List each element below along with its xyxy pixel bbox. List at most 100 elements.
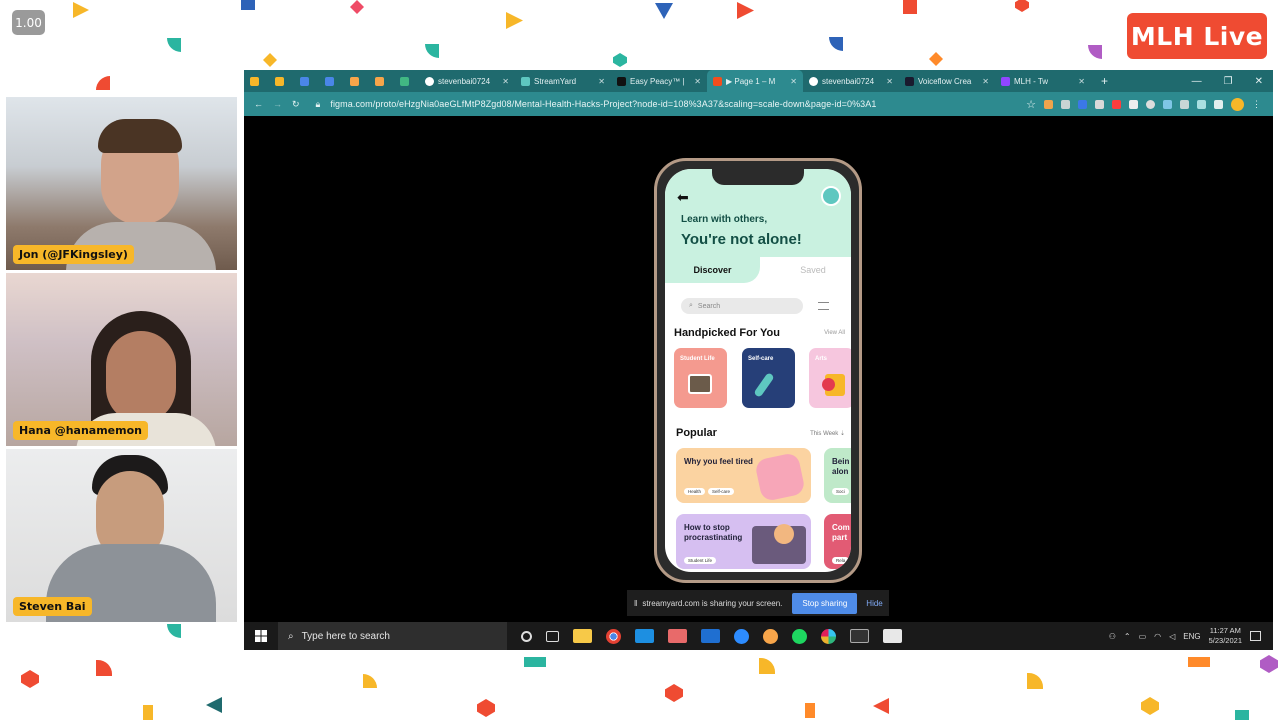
terminal-icon[interactable] [850, 629, 869, 643]
back-arrow-icon[interactable]: ← [254, 99, 263, 109]
close-tab-icon[interactable]: ✕ [982, 77, 989, 86]
media-icon[interactable] [1214, 99, 1223, 109]
app-icon[interactable] [701, 629, 720, 643]
reload-icon[interactable]: ↻ [292, 99, 300, 110]
new-tab-button[interactable]: + [1091, 74, 1118, 88]
clock-time: 11:27 AM [1209, 626, 1241, 635]
minimize-icon[interactable]: — [1192, 76, 1202, 87]
chrome-icon[interactable] [606, 628, 621, 644]
extension-icon[interactable] [1129, 99, 1138, 109]
task-view-icon[interactable] [546, 630, 559, 642]
close-tab-icon[interactable]: ✕ [694, 77, 701, 86]
slack-icon[interactable] [821, 628, 836, 644]
browser-tab[interactable] [394, 70, 419, 92]
puzzle-icon[interactable] [1197, 99, 1206, 109]
tab-saved[interactable]: Saved [783, 257, 843, 283]
cortana-icon[interactable] [521, 630, 532, 642]
browser-tab[interactable]: ▶ Page 1 – M ✕ [707, 70, 803, 92]
category-card-student-life[interactable]: Student Life [674, 348, 727, 408]
browser-tab-label: StreamYard [534, 76, 577, 86]
battery-icon[interactable]: ▭ [1139, 632, 1147, 641]
category-card-self-care[interactable]: Self-care [742, 348, 795, 408]
vscode-icon[interactable] [635, 629, 654, 643]
popular-card-alone[interactable]: Bein alon Soci [824, 448, 851, 503]
confetti [1027, 673, 1043, 689]
close-tab-icon[interactable]: ✕ [1078, 77, 1085, 86]
participant-name: Hana @hanamemon [13, 421, 148, 440]
github-icon [425, 76, 434, 86]
browser-tab[interactable]: StreamYard ✕ [515, 70, 611, 92]
chevron-up-icon[interactable]: ⌃ [1124, 632, 1131, 641]
browser-tab[interactable]: stevenbai0724 ✕ [803, 70, 899, 92]
tab-discover[interactable]: Discover [665, 257, 760, 283]
maximize-icon[interactable]: ❐ [1224, 76, 1233, 87]
address-input[interactable]: figma.com/proto/eHzgNia0aeGLfMtP8Zgd08/M… [330, 99, 876, 109]
extension-icon[interactable] [1146, 99, 1155, 109]
app-icon[interactable] [763, 628, 778, 644]
this-week-dropdown[interactable]: This Week ⇣ [810, 430, 845, 437]
confetti [1141, 697, 1159, 715]
extension-icon[interactable] [1095, 99, 1104, 109]
zoom-icon[interactable] [734, 628, 749, 644]
close-icon[interactable]: ✕ [1255, 76, 1263, 87]
forward-arrow-icon[interactable]: → [273, 99, 282, 109]
extension-icon[interactable] [1078, 99, 1087, 109]
taskbar-search-input[interactable]: ⌕ Type here to search [278, 622, 507, 650]
tag-list: Soci [832, 480, 851, 498]
popular-card-partner[interactable]: Com part Rela [824, 514, 851, 569]
profile-avatar[interactable] [821, 186, 841, 206]
close-tab-icon[interactable]: ✕ [598, 77, 605, 86]
profile-avatar-icon[interactable] [1231, 97, 1244, 111]
extension-icon[interactable] [1180, 99, 1189, 109]
volume-icon[interactable]: ◁ [1169, 632, 1175, 641]
view-all-link[interactable]: View All [824, 330, 845, 336]
app-icon[interactable] [668, 629, 687, 643]
popular-card-procrastinating[interactable]: How to stop procrastinating Student Life [676, 514, 811, 569]
close-tab-icon[interactable]: ✕ [886, 77, 893, 86]
extension-icon[interactable] [1044, 99, 1053, 109]
popular-card-tired[interactable]: Why you feel tired Health Self-care [676, 448, 811, 503]
tag-list: Rela [832, 549, 851, 567]
browser-tab[interactable]: stevenbai0724 ✕ [419, 70, 515, 92]
extension-icon[interactable] [1112, 99, 1121, 109]
menu-dots-icon[interactable]: ⋮ [1252, 99, 1261, 110]
screen-share-bar: ‖ streamyard.com is sharing your screen.… [627, 590, 889, 616]
spotify-icon[interactable] [792, 628, 807, 644]
app-icon [300, 76, 309, 86]
browser-tab[interactable] [244, 70, 269, 92]
browser-tab[interactable] [369, 70, 394, 92]
filter-icon[interactable] [818, 302, 829, 310]
mlh-live-logo: MLH Live [1127, 13, 1267, 59]
hide-button[interactable]: Hide [866, 599, 882, 608]
taskbar-clock[interactable]: 11:27 AM 5/23/2021 [1209, 626, 1242, 646]
app-subtitle: Learn with others, [681, 214, 768, 225]
browser-tab[interactable] [319, 70, 344, 92]
notification-icon[interactable] [1250, 631, 1261, 641]
browser-tab[interactable]: Voiceflow Crea ✕ [899, 70, 995, 92]
stop-sharing-button[interactable]: Stop sharing [792, 592, 858, 614]
file-explorer-icon[interactable] [573, 629, 592, 643]
extension-icon[interactable] [1061, 99, 1070, 109]
java-icon[interactable] [883, 629, 902, 643]
back-arrow-icon[interactable]: ⬅ [677, 189, 689, 206]
close-tab-icon[interactable]: ✕ [790, 77, 797, 86]
phone-mockup: ⬅ Learn with others, You're not alone! D… [654, 158, 862, 583]
app-search-input[interactable]: ⌕ Search [681, 298, 803, 314]
category-label: Arts [815, 356, 828, 362]
category-card-arts[interactable]: Arts [809, 348, 851, 408]
browser-tab[interactable] [269, 70, 294, 92]
people-icon[interactable]: ⚇ [1109, 632, 1116, 641]
browser-tab[interactable]: MLH - Tw ✕ [995, 70, 1091, 92]
extension-icon[interactable] [1163, 99, 1172, 109]
browser-tab[interactable]: Easy Peacy™ | ✕ [611, 70, 707, 92]
phone-screen: ⬅ Learn with others, You're not alone! D… [665, 169, 851, 572]
browser-tab[interactable] [294, 70, 319, 92]
close-tab-icon[interactable]: ✕ [502, 77, 509, 86]
network-icon[interactable]: ◠ [1154, 632, 1161, 641]
bookmark-star-icon[interactable]: ☆ [1026, 98, 1036, 111]
windows-start-icon[interactable] [244, 630, 278, 642]
confetti [1015, 0, 1029, 12]
language-indicator[interactable]: ENG [1183, 632, 1200, 641]
book-icon [688, 374, 712, 394]
browser-tab[interactable] [344, 70, 369, 92]
